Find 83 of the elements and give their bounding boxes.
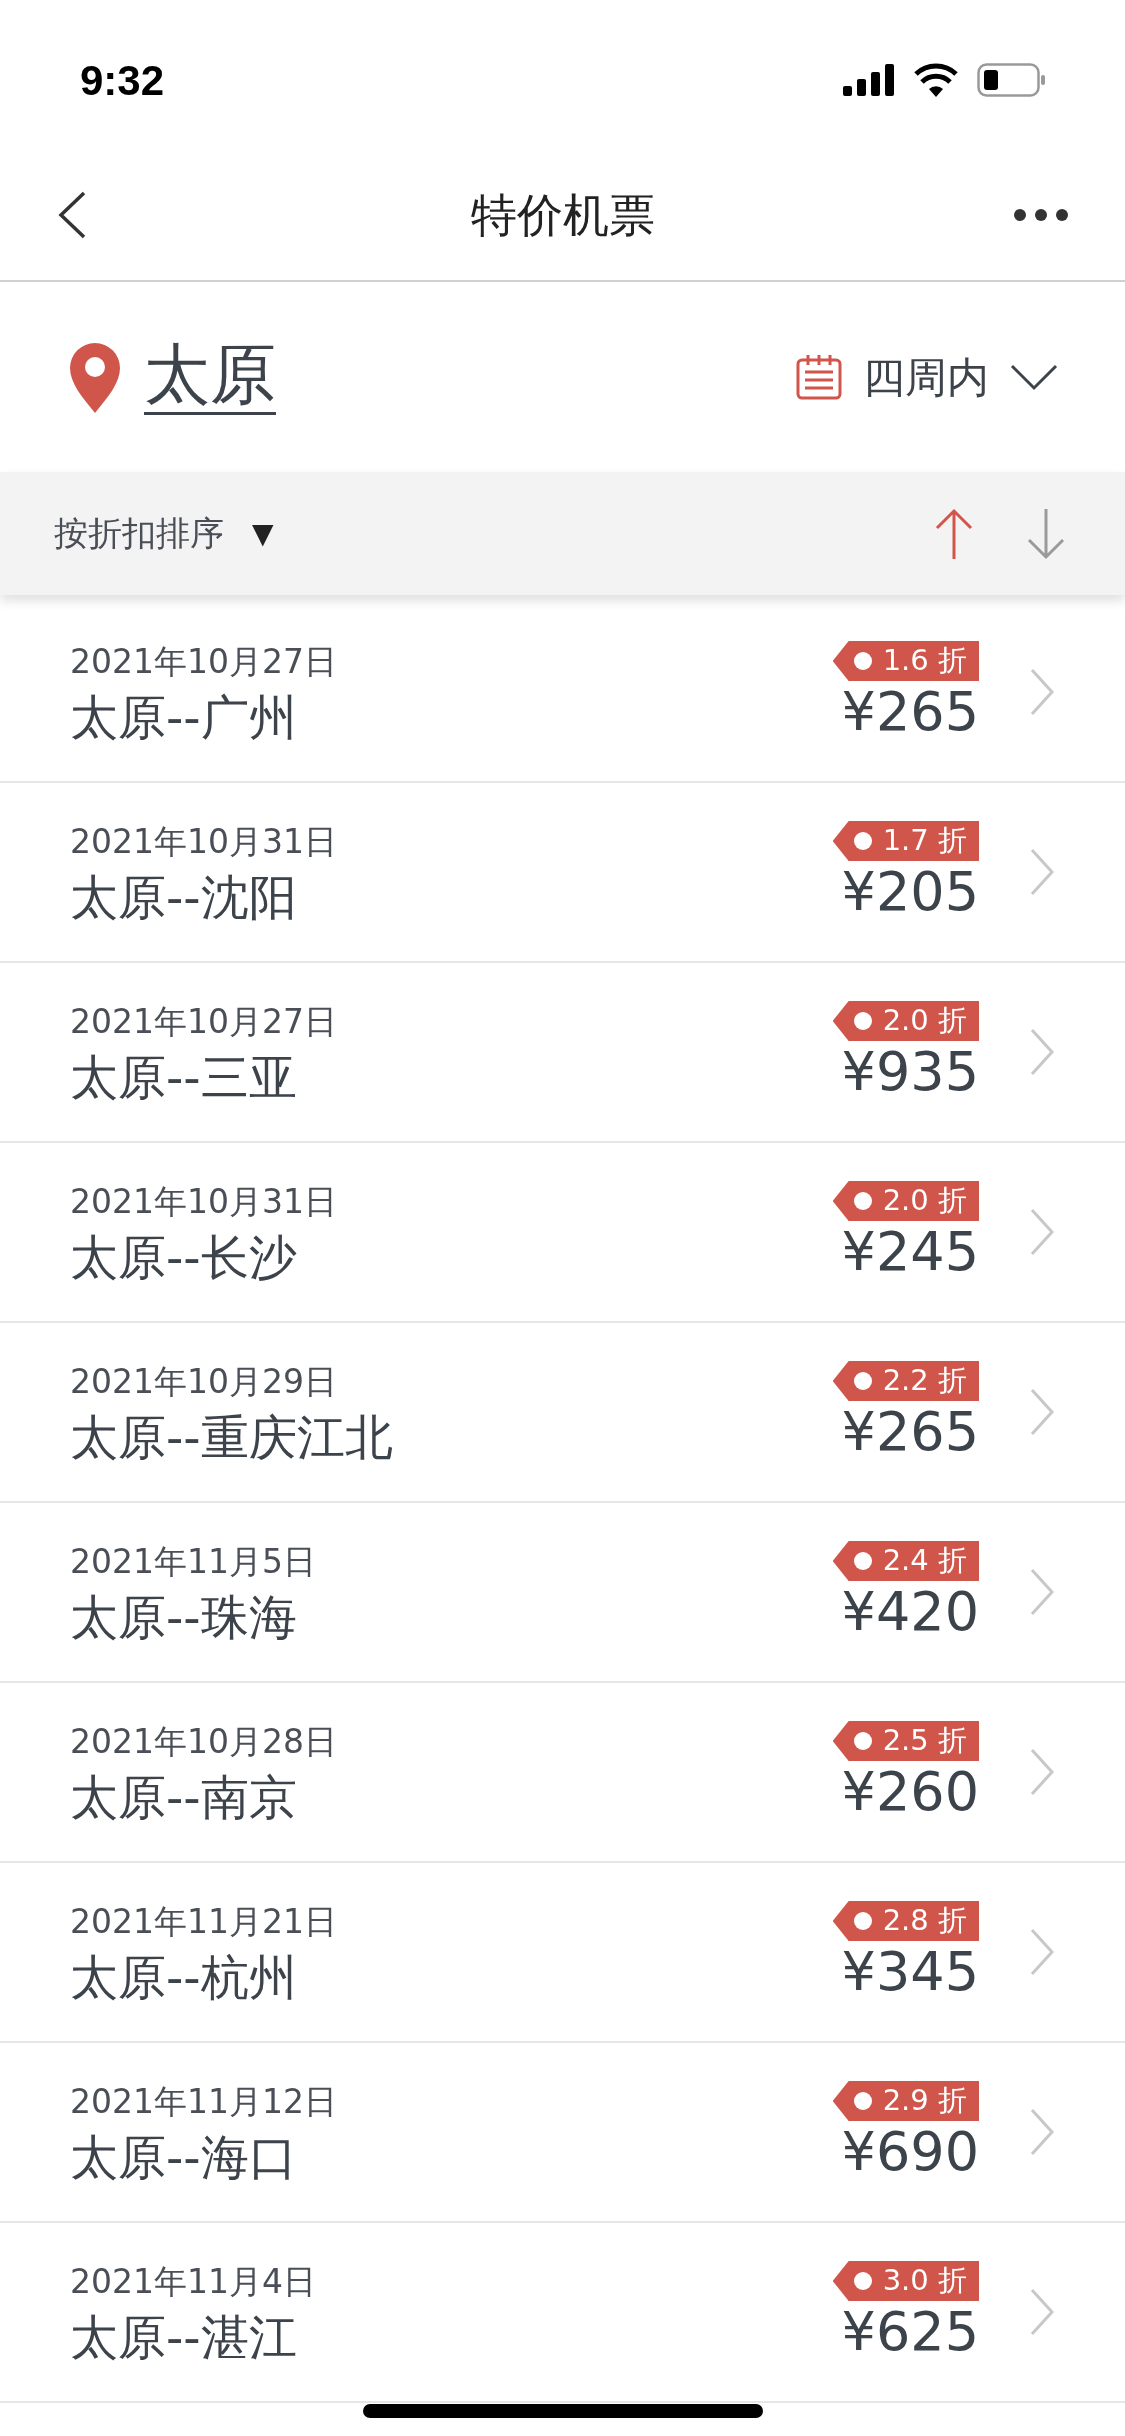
tag-hole-icon — [852, 1730, 873, 1751]
flight-route: 太原--珠海 — [70, 1588, 298, 1647]
discount-tag: 2.9 折 — [832, 2080, 979, 2121]
flight-price: ¥625 — [841, 2300, 979, 2364]
tag-hole-icon — [852, 2270, 873, 2291]
chevron-right-icon — [1029, 667, 1055, 717]
tag-hole-icon — [852, 1550, 873, 1571]
discount-tag: 1.7 折 — [832, 820, 979, 861]
chevron-right-icon — [1029, 847, 1055, 897]
discount-tag: 2.5 折 — [832, 1720, 979, 1761]
tag-hole-icon — [852, 1910, 873, 1931]
back-icon[interactable] — [56, 190, 88, 240]
flight-date: 2021年11月12日 — [70, 2081, 337, 2124]
flight-route: 太原--海口 — [70, 2128, 298, 2187]
flight-price: ¥265 — [841, 1400, 979, 1464]
flight-date: 2021年10月31日 — [70, 1181, 337, 1224]
chevron-right-icon — [1029, 2287, 1055, 2337]
flight-route: 太原--沈阳 — [70, 868, 298, 927]
chevron-right-icon — [1029, 1387, 1055, 1437]
flight-row[interactable]: 2021年10月27日 太原--三亚 2.0 折 ¥935 — [0, 963, 1125, 1143]
status-time: 9:32 — [80, 55, 165, 106]
signal-icon — [843, 64, 895, 96]
flight-row[interactable]: 2021年10月29日 太原--重庆江北 2.2 折 ¥265 — [0, 1323, 1125, 1503]
chevron-right-icon — [1029, 2107, 1055, 2157]
flight-route: 太原--南京 — [70, 1768, 298, 1827]
flight-date: 2021年10月28日 — [70, 1721, 337, 1764]
flight-price: ¥260 — [841, 1760, 979, 1824]
flight-row[interactable]: 2021年10月31日 太原--长沙 2.0 折 ¥245 — [0, 1143, 1125, 1323]
flight-row[interactable]: 2021年11月5日 太原--珠海 2.4 折 ¥420 — [0, 1503, 1125, 1683]
flight-route: 太原--杭州 — [70, 1948, 298, 2007]
discount-tag: 2.4 折 — [832, 1540, 979, 1581]
flight-date: 2021年10月29日 — [70, 1361, 338, 1404]
discount-tag: 1.6 折 — [832, 640, 979, 681]
discount-tag: 2.2 折 — [832, 1360, 979, 1401]
city-link[interactable]: 太原 — [144, 339, 276, 415]
flight-price: ¥205 — [841, 860, 979, 924]
chevron-right-icon — [1029, 1207, 1055, 1257]
tag-hole-icon — [852, 650, 873, 671]
tag-hole-icon — [852, 1010, 873, 1031]
flight-route: 太原--重庆江北 — [70, 1408, 393, 1467]
tag-hole-icon — [852, 1190, 873, 1211]
flight-date: 2021年11月4日 — [70, 2261, 316, 2304]
flight-date: 2021年11月21日 — [70, 1901, 337, 1944]
discount-tag: 2.8 折 — [832, 1900, 979, 1941]
flight-date: 2021年10月27日 — [70, 1001, 337, 1044]
wifi-icon — [913, 63, 959, 97]
flight-price: ¥245 — [841, 1220, 979, 1284]
flight-route: 太原--三亚 — [70, 1048, 298, 1107]
flight-row[interactable]: 2021年11月12日 太原--海口 2.9 折 ¥690 — [0, 2043, 1125, 2223]
discount-tag: 2.0 折 — [832, 1180, 979, 1221]
flight-price: ¥345 — [841, 1940, 979, 2004]
flight-date: 2021年11月5日 — [70, 1541, 316, 1584]
more-icon[interactable] — [1013, 208, 1069, 222]
page-title: 特价机票 — [470, 186, 655, 244]
chevron-right-icon — [1029, 1927, 1055, 1977]
flight-price: ¥265 — [841, 680, 979, 744]
chevron-down-icon — [1009, 363, 1059, 391]
location-pin-icon — [68, 341, 122, 413]
tag-hole-icon — [852, 830, 873, 851]
flight-row[interactable]: 2021年11月21日 太原--杭州 2.8 折 ¥345 — [0, 1863, 1125, 2043]
discount-tag: 3.0 折 — [832, 2260, 979, 2301]
sort-dropdown[interactable]: 按折扣排序 ▼ — [54, 508, 274, 559]
flight-route: 太原--湛江 — [70, 2308, 298, 2367]
flight-row[interactable]: 2021年10月27日 太原--广州 1.6 折 ¥265 — [0, 603, 1125, 783]
discount-tag: 2.0 折 — [832, 1000, 979, 1041]
flight-date: 2021年10月27日 — [70, 641, 337, 684]
flight-price: ¥690 — [841, 2120, 979, 2184]
calendar-icon — [795, 353, 843, 401]
flight-row[interactable]: 2021年10月31日 太原--沈阳 1.7 折 ¥205 — [0, 783, 1125, 963]
period-dropdown[interactable]: 四周内 — [795, 345, 1059, 409]
flight-price: ¥420 — [841, 1580, 979, 1644]
flight-price: ¥935 — [841, 1040, 979, 1104]
chevron-right-icon — [1029, 1027, 1055, 1077]
flight-route: 太原--长沙 — [70, 1228, 298, 1287]
flight-row[interactable]: 2021年10月28日 太原--南京 2.5 折 ¥260 — [0, 1683, 1125, 1863]
tag-hole-icon — [852, 1370, 873, 1391]
chevron-right-icon — [1029, 1747, 1055, 1797]
flight-route: 太原--广州 — [70, 688, 298, 747]
flight-date: 2021年10月31日 — [70, 821, 337, 864]
flight-row[interactable]: 2021年11月4日 太原--湛江 3.0 折 ¥625 — [0, 2223, 1125, 2403]
battery-icon — [977, 63, 1045, 97]
tag-hole-icon — [852, 2090, 873, 2111]
chevron-right-icon — [1029, 1567, 1055, 1617]
